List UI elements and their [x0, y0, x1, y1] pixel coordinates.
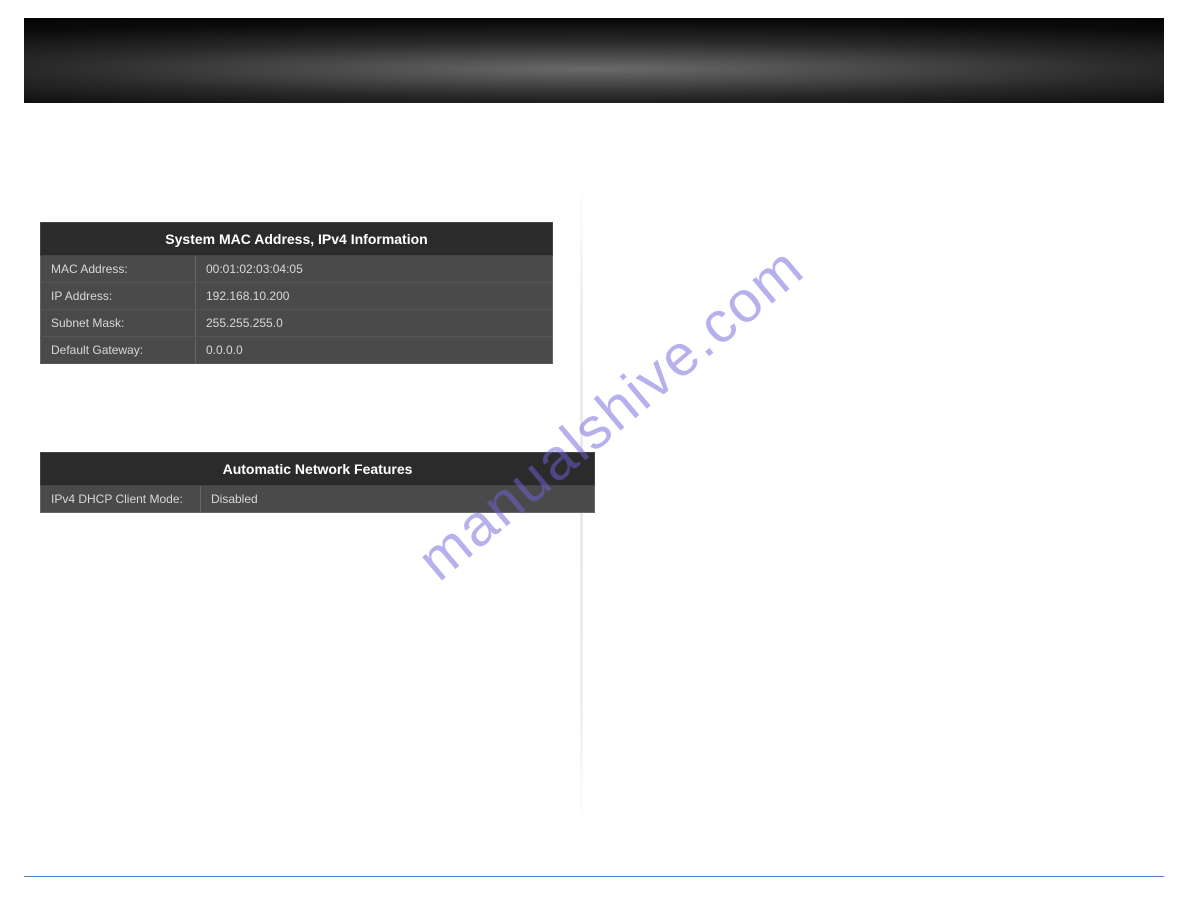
dhcp-mode-value: Disabled [201, 486, 595, 513]
table-row: Subnet Mask: 255.255.255.0 [41, 310, 553, 337]
subnet-mask-label: Subnet Mask: [41, 310, 196, 337]
network-features-table: Automatic Network Features IPv4 DHCP Cli… [40, 452, 595, 513]
network-features-header: Automatic Network Features [41, 453, 595, 486]
table-row: MAC Address: 00:01:02:03:04:05 [41, 256, 553, 283]
dhcp-mode-label: IPv4 DHCP Client Mode: [41, 486, 201, 513]
bottom-rule [24, 876, 1164, 877]
subnet-mask-value: 255.255.255.0 [196, 310, 553, 337]
system-info-header: System MAC Address, IPv4 Information [41, 223, 553, 256]
default-gateway-label: Default Gateway: [41, 337, 196, 364]
table-row: IPv4 DHCP Client Mode: Disabled [41, 486, 595, 513]
ip-address-value: 192.168.10.200 [196, 283, 553, 310]
mac-address-label: MAC Address: [41, 256, 196, 283]
default-gateway-value: 0.0.0.0 [196, 337, 553, 364]
system-info-table: System MAC Address, IPv4 Information MAC… [40, 222, 553, 364]
mac-address-value: 00:01:02:03:04:05 [196, 256, 553, 283]
header-banner [24, 18, 1164, 103]
table-row: IP Address: 192.168.10.200 [41, 283, 553, 310]
ip-address-label: IP Address: [41, 283, 196, 310]
content-area: System MAC Address, IPv4 Information MAC… [40, 222, 595, 513]
table-row: Default Gateway: 0.0.0.0 [41, 337, 553, 364]
